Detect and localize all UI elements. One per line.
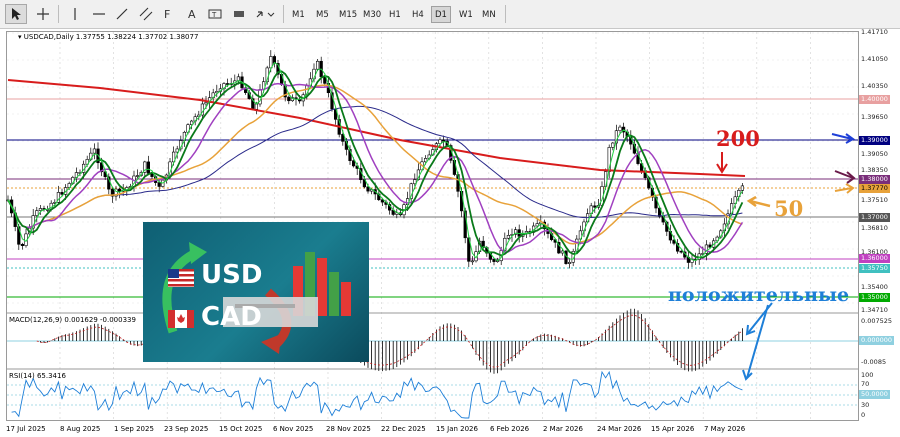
- candle-body: [287, 96, 291, 102]
- price-tag-137770: 1.37770: [859, 184, 890, 193]
- rsi-scale-label: 0: [861, 411, 866, 419]
- candle-body: [611, 142, 615, 148]
- date-label: 24 Mar 2026: [597, 425, 642, 433]
- price-tag-140000: 1.40000: [859, 95, 890, 104]
- date-label: 15 Oct 2025: [219, 425, 263, 433]
- date-label: 15 Jan 2026: [436, 425, 478, 433]
- price-scale-label: 1.39650: [861, 113, 888, 121]
- symbol-info: ▾ USDCAD,Daily 1.37755 1.38224 1.37702 1…: [18, 33, 198, 41]
- date-label: 23 Sep 2025: [164, 425, 209, 433]
- logo-graphics: [162, 242, 351, 354]
- purple-level-arrow-icon: [834, 170, 856, 184]
- canada-flag-icon: [168, 310, 194, 328]
- date-label: 1 Sep 2025: [114, 425, 154, 433]
- date-label: 28 Nov 2025: [326, 425, 371, 433]
- candle-body: [38, 208, 42, 211]
- candle-body: [470, 260, 475, 263]
- logo-cad-text: CAD: [201, 302, 262, 332]
- candle-body: [441, 139, 446, 142]
- candle-body: [413, 179, 417, 185]
- rsi-level-tag: 50.0000: [859, 390, 890, 399]
- price-scale-label: 1.34710: [861, 306, 888, 314]
- candle-body: [118, 188, 122, 192]
- candle-body: [351, 160, 356, 167]
- price-scale-label: 1.35400: [861, 283, 888, 291]
- candle-body: [492, 259, 496, 262]
- rsi-label: RSI(14) 65.3416: [9, 372, 66, 380]
- ma5-line: [7, 61, 743, 262]
- candle-body: [506, 235, 511, 239]
- price-tag-136000: 1.36000: [859, 254, 890, 263]
- candle-body: [60, 192, 64, 195]
- ma200-line: [7, 79, 746, 177]
- macd-scale-label: -0.0085: [861, 358, 887, 366]
- candle-body: [20, 243, 25, 246]
- ma200-arrow-icon: [716, 152, 728, 174]
- date-label: 2 Mar 2026: [543, 425, 583, 433]
- candle-body: [157, 182, 161, 187]
- date-label: 22 Dec 2025: [381, 425, 426, 433]
- price-scale-label: 1.39050: [861, 150, 888, 158]
- rsi-scale-label: 100: [861, 371, 874, 379]
- ma50-arrow-icon: [746, 195, 771, 208]
- date-label: 8 Aug 2025: [60, 425, 101, 433]
- rsi-arrow-icon: [742, 304, 769, 381]
- price-tag-139000: 1.39000: [859, 136, 890, 145]
- candle-body: [226, 83, 230, 85]
- candle-body: [254, 103, 259, 110]
- candle-body: [136, 175, 140, 177]
- price-tag-135000: 1.35000: [859, 293, 890, 302]
- price-scale-label: 1.36810: [861, 224, 888, 232]
- price-chart: [6, 32, 858, 420]
- blue-level-arrow-icon: [831, 133, 855, 144]
- logo-usd-text: USD: [201, 260, 263, 290]
- candle-body: [92, 148, 96, 154]
- ma100-line: [7, 105, 743, 228]
- candle-body: [366, 186, 370, 192]
- candle-body: [567, 261, 572, 264]
- macd-zero-tag: 0.000000: [859, 336, 895, 345]
- candle-body: [679, 250, 683, 253]
- candle-body: [35, 210, 39, 216]
- date-label: 7 May 2026: [704, 425, 746, 433]
- date-label: 6 Feb 2026: [490, 425, 530, 433]
- candle-body: [146, 161, 151, 174]
- rsi-scale-label: 70: [861, 380, 870, 388]
- macd-scale-label: 0.007525: [861, 317, 893, 325]
- candle-body: [204, 102, 208, 105]
- date-label: 6 Nov 2025: [273, 425, 314, 433]
- rsi-scale-label: 30: [861, 401, 870, 409]
- price-scale-label: 1.40350: [861, 82, 888, 90]
- date-label: 17 Jul 2025: [6, 425, 46, 433]
- date-label: 15 Apr 2026: [651, 425, 695, 433]
- orange-level-arrow-icon: [834, 183, 855, 194]
- annotation-50: 50: [774, 196, 804, 221]
- price-scale-label: 1.37510: [861, 196, 888, 204]
- price-tag-137000: 1.37000: [859, 213, 890, 222]
- usdcad-logo-image: USD CAD: [143, 222, 369, 362]
- price-tag-135750: 1.35750: [859, 264, 890, 273]
- price-scale-label: 1.41710: [861, 28, 888, 36]
- price-scale-label: 1.41050: [861, 55, 888, 63]
- candle-body: [315, 60, 320, 70]
- candle-body: [618, 126, 622, 132]
- price-scale-label: 1.38350: [861, 166, 888, 174]
- macd-label: MACD(12,26,9) 0.001629 -0.000339: [9, 316, 136, 324]
- candle-body: [740, 185, 744, 191]
- symbol-info-text: USDCAD,Daily 1.37755 1.38224 1.37702 1.3…: [23, 33, 199, 41]
- annotation-200: 200: [716, 126, 760, 151]
- candle-body: [535, 223, 539, 227]
- us-flag-icon: [168, 269, 194, 287]
- price-tag-138000: 1.38000: [859, 175, 890, 184]
- candle-body: [593, 205, 597, 208]
- annotation-positive: положительные: [668, 284, 850, 306]
